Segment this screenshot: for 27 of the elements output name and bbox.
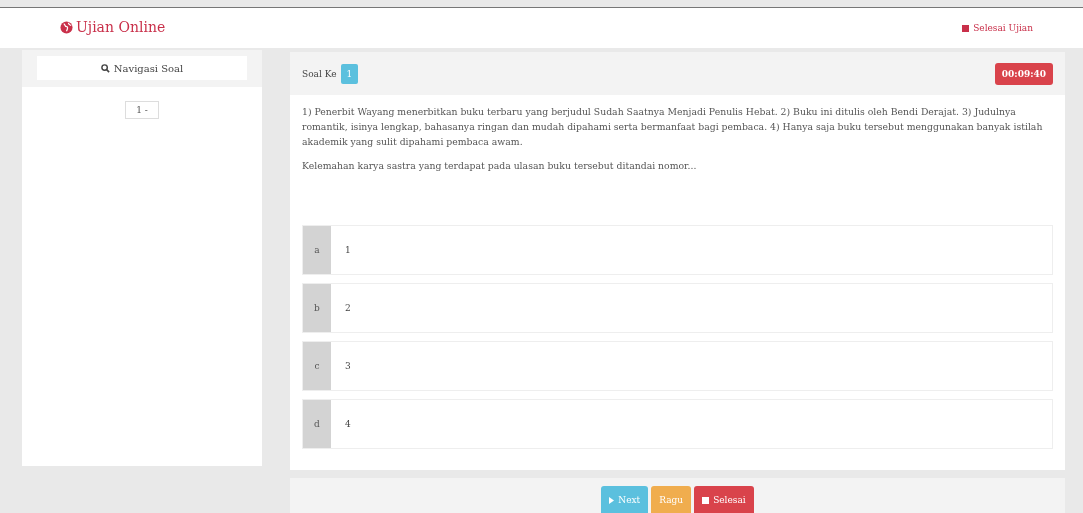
answer-option[interactable]: c 3 <box>302 341 1053 392</box>
option-text: 1 <box>344 244 351 258</box>
countdown-timer: 00:09:40 <box>994 62 1053 85</box>
question-prompt: Kelemahan karya sastra yang terdapat pada ulasan buku tersebut ditandai nomor... <box>302 159 698 174</box>
option-letter: d <box>303 400 331 449</box>
stop-icon <box>702 496 710 504</box>
question-number-badge: 1 <box>340 63 359 84</box>
globe-icon <box>60 20 73 34</box>
navigation-title: Navigasi Soal <box>113 62 184 74</box>
answer-option[interactable]: d 4 <box>302 399 1053 450</box>
option-letter: a <box>303 226 331 275</box>
question-number-button[interactable]: 1 - <box>125 101 159 119</box>
question-text: 1) Penerbit Wayang menerbitkan buku terbaru yang berjudul Sudah Saatnya Menjadi Penulis Hebat. 2) Buku ini ditulis oleh Bendi Derajat. 3) Judulnya romantik, isinya lengkap, bahasanya ringan dan mudah dipahami serta bermanfaat bagi pembaca. 4) Hanya saja buku tersebut menggunakan banyak istilah akademik yang sulit dipahami pembaca awam. <box>302 105 1044 150</box>
app-title[interactable]: Ujian Online <box>76 19 166 35</box>
stop-icon <box>962 24 970 32</box>
option-letter: b <box>303 284 331 333</box>
answer-option[interactable]: b 2 <box>302 283 1053 334</box>
option-text: 2 <box>344 302 351 316</box>
option-letter: c <box>303 342 331 391</box>
finish-button[interactable]: Selesai <box>694 486 754 513</box>
finish-exam-link[interactable]: Selesai Ujian <box>973 23 1033 33</box>
question-label: Soal Ke <box>302 68 337 79</box>
option-text: 3 <box>344 360 351 374</box>
answer-option[interactable]: a 1 <box>302 225 1053 276</box>
search-icon <box>100 63 110 73</box>
option-text: 4 <box>344 418 351 432</box>
chevron-icon <box>609 496 615 504</box>
